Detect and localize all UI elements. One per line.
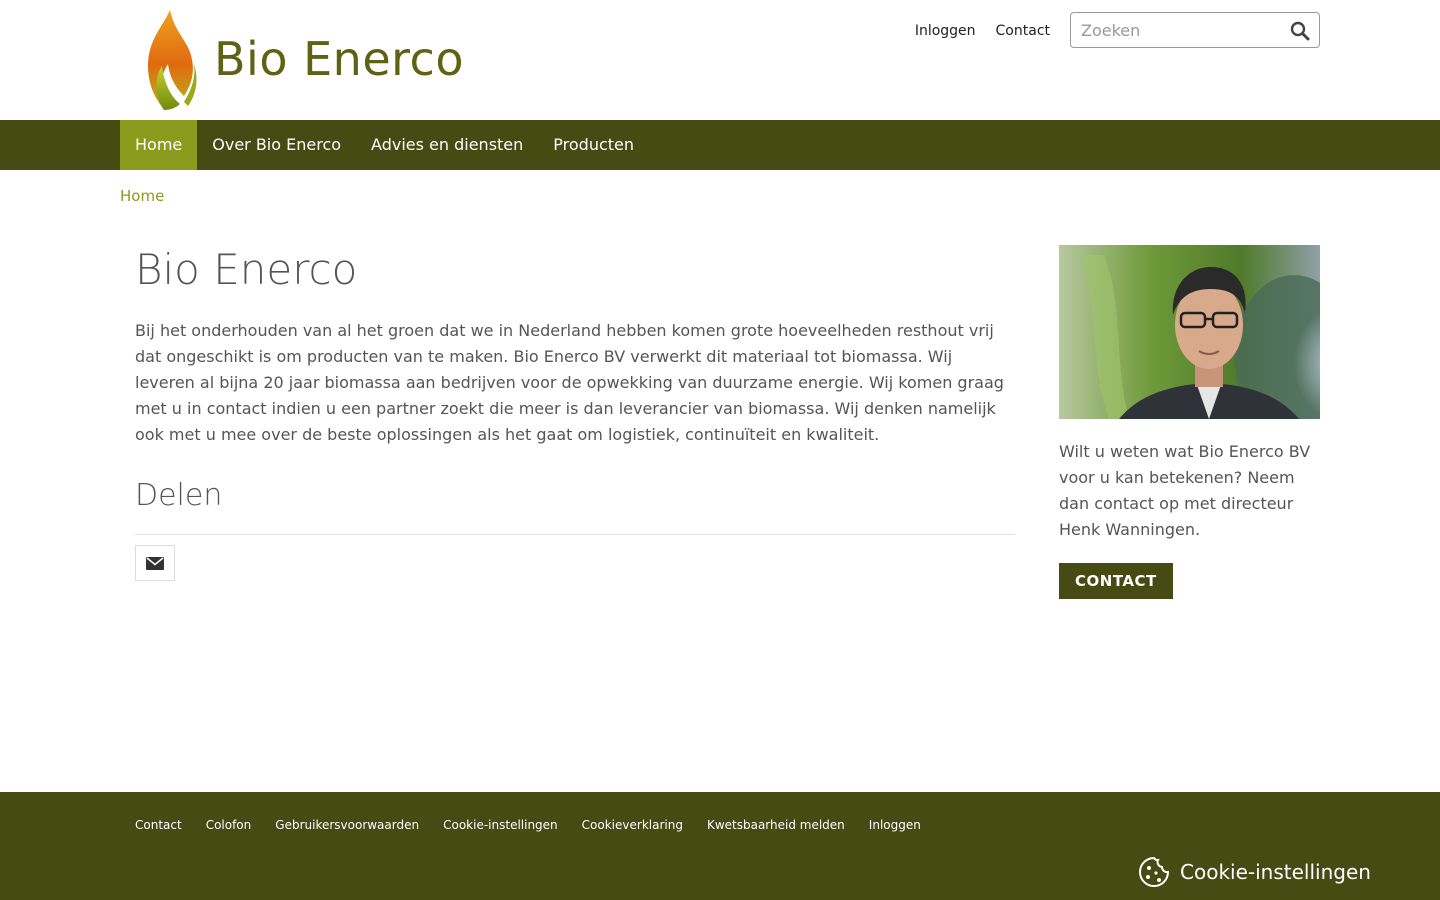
footer-link-cookieverklaring[interactable]: Cookieverklaring	[582, 818, 683, 832]
mail-icon	[146, 556, 164, 570]
footer-link-inloggen[interactable]: Inloggen	[869, 818, 921, 832]
page-title: Bio Enerco	[135, 245, 358, 294]
contact-button[interactable]: CONTACT	[1059, 563, 1173, 599]
top-links: Inloggen Contact	[915, 20, 1050, 42]
divider	[135, 534, 1015, 535]
director-portrait	[1059, 245, 1320, 419]
footer-link-kwetsbaarheid-melden[interactable]: Kwetsbaarheid melden	[707, 818, 845, 832]
brand-name: Bio Enerco	[214, 32, 464, 86]
sidebar-text: Wilt u weten wat Bio Enerco BV voor u ka…	[1059, 442, 1311, 539]
footer-link-contact[interactable]: Contact	[135, 818, 182, 832]
share-email-button[interactable]	[135, 545, 175, 581]
search-icon[interactable]	[1290, 21, 1310, 41]
footer-link-colofon[interactable]: Colofon	[206, 818, 252, 832]
nav-item-home[interactable]: Home	[120, 120, 198, 170]
site-footer: Contact Colofon Gebruikersvoorwaarden Co…	[0, 792, 1440, 900]
share-heading: Delen	[135, 478, 223, 513]
cookie-settings-label: Cookie-instellingen	[1180, 860, 1371, 884]
main-content: Bio Enerco Bij het onderhouden van al he…	[135, 240, 1015, 581]
flame-logo-icon	[148, 10, 197, 110]
cookie-icon	[1139, 856, 1170, 887]
contact-link[interactable]: Contact	[996, 20, 1050, 42]
nav-item-advies-en-diensten[interactable]: Advies en diensten	[356, 120, 538, 170]
footer-link-cookie-instellingen[interactable]: Cookie-instellingen	[443, 818, 558, 832]
sidebar: Wilt u weten wat Bio Enerco BV voor u ka…	[1059, 245, 1320, 599]
breadcrumb: Home	[120, 187, 164, 205]
site-header: Bio Enerco Inloggen Contact	[0, 0, 1440, 120]
footer-link-gebruikersvoorwaarden[interactable]: Gebruikersvoorwaarden	[275, 818, 419, 832]
footer-links: Contact Colofon Gebruikersvoorwaarden Co…	[135, 818, 945, 832]
intro-text: Bij het onderhouden van al het groen dat…	[135, 321, 1004, 444]
breadcrumb-home[interactable]: Home	[120, 187, 164, 205]
site-logo[interactable]: Bio Enerco	[140, 6, 464, 112]
search-box	[1070, 12, 1320, 48]
nav-item-producten[interactable]: Producten	[538, 120, 649, 170]
main-nav: Home Over Bio Enerco Advies en diensten …	[0, 120, 1440, 170]
login-link[interactable]: Inloggen	[915, 20, 976, 42]
nav-item-over-bio-enerco[interactable]: Over Bio Enerco	[197, 120, 356, 170]
search-input[interactable]	[1071, 13, 1281, 47]
cookie-settings-button[interactable]: Cookie-instellingen	[1138, 856, 1371, 888]
